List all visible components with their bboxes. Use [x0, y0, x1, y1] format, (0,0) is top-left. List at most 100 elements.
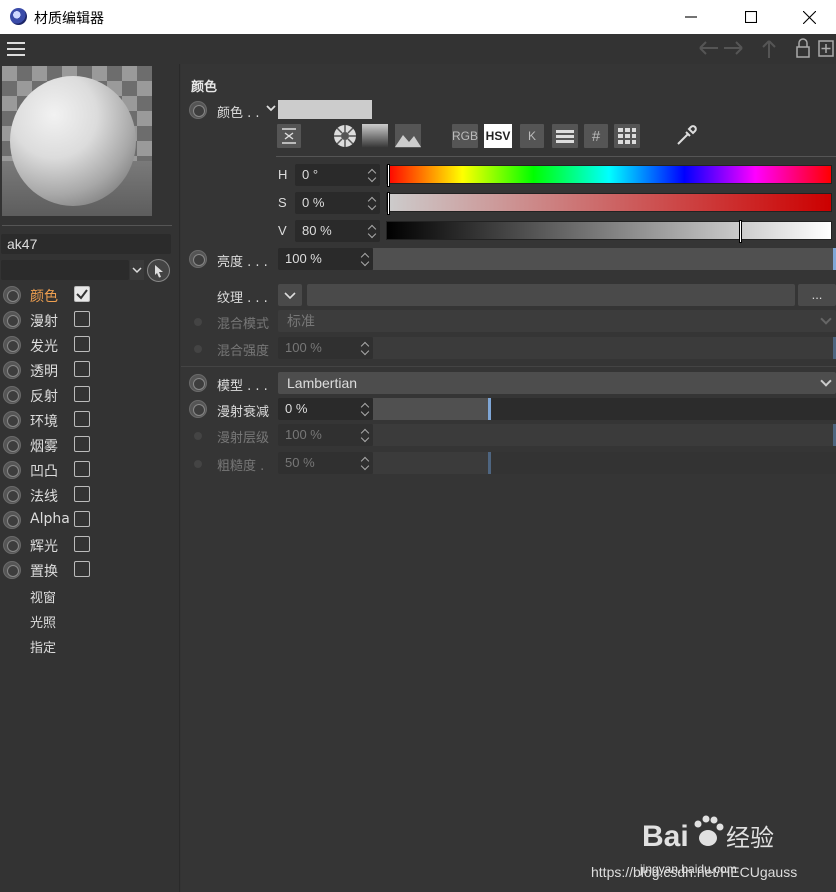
color-swatch[interactable] [278, 100, 372, 119]
new-window-icon[interactable] [818, 38, 834, 58]
material-preview[interactable] [2, 66, 152, 216]
collapse-icon[interactable] [277, 124, 301, 148]
brightness-slider[interactable] [373, 248, 836, 270]
channel-item[interactable]: 凹凸 [2, 458, 178, 482]
texture-field[interactable] [307, 284, 795, 306]
mode-hex-button[interactable]: # [584, 124, 608, 148]
model-anim-toggle[interactable] [189, 374, 207, 392]
up-arrow-icon[interactable] [760, 38, 778, 60]
channel-checkbox[interactable] [74, 486, 90, 502]
mode-hsv-button[interactable]: HSV [484, 124, 512, 148]
channel-checkbox[interactable] [74, 311, 90, 327]
color-anim-toggle[interactable] [189, 101, 207, 119]
material-select[interactable] [1, 260, 129, 280]
value-slider-handle[interactable] [738, 220, 742, 243]
channel-anim-toggle[interactable] [3, 411, 21, 429]
list-item-illumination[interactable]: 光照 [30, 612, 56, 631]
pick-cursor-icon[interactable] [147, 259, 170, 282]
channel-anim-toggle[interactable] [3, 461, 21, 479]
color-mixer-icon[interactable] [552, 124, 578, 148]
saturation-slider[interactable] [386, 192, 832, 215]
channel-item[interactable]: 反射 [2, 383, 178, 407]
channel-anim-toggle[interactable] [3, 436, 21, 454]
hue-slider-handle[interactable] [387, 164, 390, 187]
channel-anim-toggle[interactable] [3, 536, 21, 554]
channel-checkbox[interactable] [74, 561, 90, 577]
chevron-down-icon[interactable] [130, 260, 144, 280]
channel-label: 反射 [30, 389, 58, 405]
blend-strength-slider[interactable] [373, 337, 836, 359]
chevron-down-icon[interactable] [265, 104, 277, 114]
maximize-button[interactable] [722, 0, 780, 34]
image-icon[interactable] [394, 124, 422, 148]
attribute-panel: 颜色 颜色 . . RGB HSV K # H 0 ° S 0 % V 80 %… [181, 64, 836, 892]
diffuse-falloff-slider-handle[interactable] [488, 398, 491, 420]
channel-checkbox[interactable] [74, 536, 90, 552]
swatches-icon[interactable] [614, 124, 640, 148]
hamburger-icon[interactable] [7, 42, 25, 56]
blend-mode-dropdown[interactable]: 标准 [278, 310, 836, 332]
roughness-slider[interactable] [373, 452, 836, 474]
diffuse-level-input[interactable]: 100 % [278, 424, 373, 446]
channel-label: 法线 [30, 489, 58, 505]
roughness-input[interactable]: 50 % [278, 452, 373, 474]
channel-anim-toggle[interactable] [3, 336, 21, 354]
saturation-slider-handle[interactable] [387, 192, 390, 215]
diffuse-falloff-anim-toggle[interactable] [189, 400, 207, 418]
model-dropdown[interactable]: Lambertian [278, 372, 836, 394]
value-input[interactable]: 80 % [295, 220, 380, 242]
brightness-input[interactable]: 100 % [278, 248, 373, 270]
channel-item[interactable]: 颜色 [2, 283, 178, 307]
roughness-slider-handle[interactable] [488, 452, 491, 474]
blend-strength-input[interactable]: 100 % [278, 337, 373, 359]
channel-item[interactable]: 漫射 [2, 308, 178, 332]
hue-slider[interactable] [386, 164, 832, 187]
material-name-field[interactable]: ak47 [1, 234, 171, 254]
channel-item[interactable]: 发光 [2, 333, 178, 357]
close-button[interactable] [780, 0, 836, 34]
channel-item[interactable]: Alpha [2, 508, 178, 532]
channel-checkbox[interactable] [74, 461, 90, 477]
channel-checkbox[interactable] [74, 286, 90, 302]
list-item-assign[interactable]: 指定 [30, 637, 56, 656]
saturation-input[interactable]: 0 % [295, 192, 380, 214]
diffuse-falloff-slider[interactable] [373, 398, 836, 420]
channel-item[interactable]: 透明 [2, 358, 178, 382]
value-slider[interactable] [386, 220, 832, 243]
channel-anim-toggle[interactable] [3, 361, 21, 379]
spectrum-icon[interactable] [362, 124, 388, 148]
channel-checkbox[interactable] [74, 436, 90, 452]
list-item-viewport[interactable]: 视窗 [30, 587, 56, 606]
channel-checkbox[interactable] [74, 386, 90, 402]
channel-anim-toggle[interactable] [3, 286, 21, 304]
back-arrow-icon[interactable] [698, 38, 720, 58]
diffuse-level-slider[interactable] [373, 424, 836, 446]
channel-checkbox[interactable] [74, 511, 90, 527]
channel-checkbox[interactable] [74, 336, 90, 352]
channel-item[interactable]: 法线 [2, 483, 178, 507]
brightness-anim-toggle[interactable] [189, 250, 207, 268]
channel-item[interactable]: 辉光 [2, 533, 178, 557]
channel-item[interactable]: 置换 [2, 558, 178, 582]
forward-arrow-icon[interactable] [722, 38, 744, 58]
channel-checkbox[interactable] [74, 411, 90, 427]
channel-item[interactable]: 环境 [2, 408, 178, 432]
channel-item[interactable]: 烟雾 [2, 433, 178, 457]
channel-anim-toggle[interactable] [3, 386, 21, 404]
lock-icon[interactable] [795, 38, 811, 58]
color-wheel-icon[interactable] [333, 124, 357, 148]
texture-browse-button[interactable]: ... [798, 284, 836, 306]
hue-input[interactable]: 0 ° [295, 164, 380, 186]
channel-checkbox[interactable] [74, 361, 90, 377]
channel-anim-toggle[interactable] [3, 311, 21, 329]
channel-anim-toggle[interactable] [3, 511, 21, 529]
mode-kelvin-button[interactable]: K [520, 124, 544, 148]
mode-rgb-button[interactable]: RGB [452, 124, 478, 148]
minimize-button[interactable] [662, 0, 720, 34]
channel-anim-toggle[interactable] [3, 561, 21, 579]
channel-anim-toggle[interactable] [3, 486, 21, 504]
texture-label: 纹理 . . . [217, 291, 268, 306]
diffuse-falloff-input[interactable]: 0 % [278, 398, 373, 420]
eyedropper-icon[interactable] [673, 124, 699, 148]
texture-menu-button[interactable] [278, 284, 302, 306]
